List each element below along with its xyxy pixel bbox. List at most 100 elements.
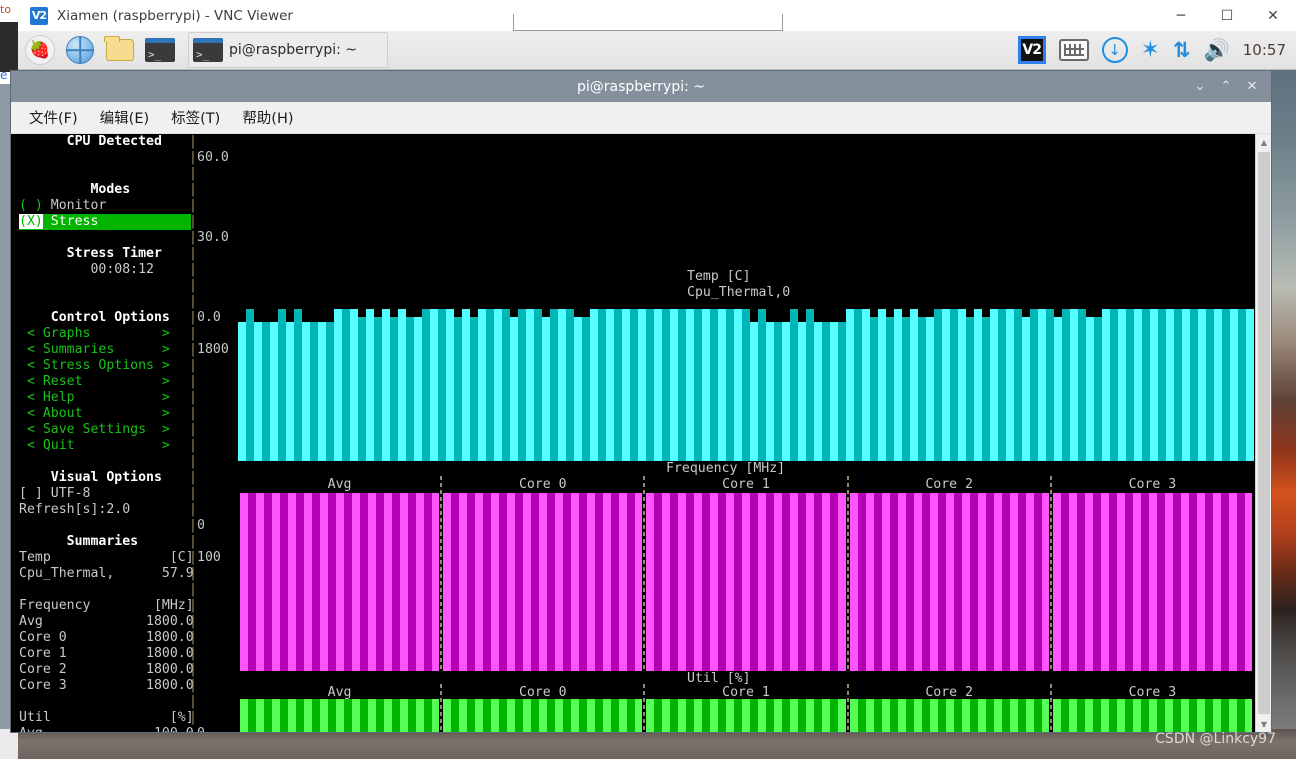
axis-spacer xyxy=(197,662,237,678)
temp-graph-title: Temp [C] xyxy=(687,269,751,284)
terminal-window: pi@raspberrypi: ~ ⌄ ⌃ ✕ 文件(F) 编辑(E) 标签(T… xyxy=(10,70,1272,733)
terminal-icon[interactable]: >_ xyxy=(142,33,178,67)
axis-tick: 100 xyxy=(197,550,221,565)
web-browser-icon[interactable] xyxy=(62,33,98,67)
modes-header: Modes xyxy=(19,182,131,197)
frequency-bars-core-3 xyxy=(1052,493,1252,671)
file-manager-icon[interactable] xyxy=(102,33,138,67)
keyboard-icon[interactable] xyxy=(1058,39,1089,61)
network-icon[interactable]: ⇅ xyxy=(1173,38,1191,62)
taskbar-terminal-icon: >_ xyxy=(193,38,223,62)
stress-timer-value: 00:08:12 xyxy=(19,262,154,277)
panel-separator xyxy=(846,476,849,671)
terminal-maximize-button[interactable]: ⌃ xyxy=(1213,71,1239,102)
panel-separator xyxy=(846,684,849,732)
axis-tick: 0.0 xyxy=(197,310,221,325)
taskbar-window-button[interactable]: >_ pi@raspberrypi: ~ xyxy=(188,32,388,68)
vnc-window-title: Xiamen (raspberrypi) - VNC Viewer xyxy=(57,7,293,24)
summary-row: Avg 100.0 xyxy=(19,726,194,732)
summary-row: Core 2 1800.0 xyxy=(19,662,194,677)
scroll-down-icon[interactable]: ▼ xyxy=(1256,716,1271,732)
axis-spacer xyxy=(197,438,237,454)
utf8-checkbox[interactable]: [ ] UTF-8 xyxy=(19,486,183,502)
panel-separator xyxy=(643,684,646,732)
control-option-save-settings[interactable]: < Save Settings > xyxy=(19,422,183,438)
s-tui-screen[interactable]: CPU Detected Modes( ) Monitor (X) Stress … xyxy=(11,134,1255,732)
menu-file[interactable]: 文件(F) xyxy=(25,105,82,130)
axis-spacer xyxy=(197,598,237,614)
watermark: CSDN @Linkcy97 xyxy=(1155,731,1276,747)
pi-taskbar: 🍓 >_ >_ pi@raspberrypi: ~ V2 ↓ ✶ ⇅ 🔊 10:… xyxy=(18,31,1296,70)
system-tray: V2 ↓ ✶ ⇅ 🔊 10:57 xyxy=(1017,36,1296,64)
panel-separator xyxy=(440,476,443,671)
axis-spacer xyxy=(197,678,237,694)
terminal-minimize-button[interactable]: ⌄ xyxy=(1187,71,1213,102)
vnc-minimize-button[interactable]: ─ xyxy=(1158,0,1204,31)
axis-spacer xyxy=(197,454,237,470)
frequency-bars-core-2 xyxy=(849,493,1049,671)
scrollbar-thumb[interactable] xyxy=(1258,152,1270,714)
bluetooth-icon[interactable]: ✶ xyxy=(1141,37,1160,63)
vnc-window-controls: ─ ☐ ✕ xyxy=(1158,0,1296,31)
frequency-panel-label: Core 0 xyxy=(518,477,567,492)
terminal-scrollbar[interactable]: ▲ ▼ xyxy=(1255,134,1271,732)
axis-spacer xyxy=(197,214,237,230)
panel-separator xyxy=(1049,684,1052,732)
axis-spacer xyxy=(197,262,237,278)
axis-spacer xyxy=(197,278,237,294)
control-option-quit[interactable]: < Quit > xyxy=(19,438,183,454)
summary-row: Frequency [MHz] xyxy=(19,598,194,613)
vnc-close-button[interactable]: ✕ xyxy=(1250,0,1296,31)
frequency-panel-label: Core 1 xyxy=(722,477,770,492)
axis-spacer xyxy=(197,470,237,486)
frequency-graph-title: Frequency [MHz] xyxy=(666,461,786,476)
axis-tick-labels: 60.0 30.0 0.0 1800 0 100 0 xyxy=(197,134,237,732)
background-bottom-strip xyxy=(0,729,18,759)
summary-row: Core 1 1800.0 xyxy=(19,646,194,661)
temp-graph-bars xyxy=(238,301,1254,461)
terminal-titlebar: pi@raspberrypi: ~ ⌄ ⌃ ✕ xyxy=(11,71,1271,102)
terminal-window-title: pi@raspberrypi: ~ xyxy=(576,78,706,95)
summary-row: Core 0 1800.0 xyxy=(19,630,194,645)
vnc-toolbar-outline xyxy=(513,14,783,31)
update-download-icon[interactable]: ↓ xyxy=(1101,37,1128,63)
axis-spacer xyxy=(197,182,237,198)
axis-tick: 60.0 xyxy=(197,150,229,165)
axis-spacer xyxy=(197,374,237,390)
util-bars-core-3 xyxy=(1052,699,1252,732)
axis-spacer xyxy=(197,614,237,630)
menu-help[interactable]: 帮助(H) xyxy=(238,105,297,130)
background-text-fragment: to xyxy=(0,3,12,16)
vnc-tray-icon[interactable]: V2 xyxy=(1017,36,1046,64)
control-option-about[interactable]: < About > xyxy=(19,406,183,422)
util-bars-core-0 xyxy=(443,699,643,732)
control-option-graphs[interactable]: < Graphs > xyxy=(19,326,183,342)
refresh-field[interactable]: Refresh[s]:2.0 xyxy=(19,502,183,518)
terminal-close-button[interactable]: ✕ xyxy=(1239,71,1265,102)
control-option-summaries[interactable]: < Summaries > xyxy=(19,342,183,358)
menu-tabs[interactable]: 标签(T) xyxy=(167,105,224,130)
mode-stress[interactable]: (X) Stress xyxy=(19,214,191,230)
panel-separator xyxy=(1049,476,1052,671)
control-option-reset[interactable]: < Reset > xyxy=(19,374,183,390)
summary-row: Avg 1800.0 xyxy=(19,614,194,629)
mode-monitor[interactable]: ( ) Monitor xyxy=(19,198,183,214)
frequency-bars-core-1 xyxy=(646,493,846,671)
summary-row: Temp [C] xyxy=(19,550,194,565)
frequency-bars-avg xyxy=(240,493,440,671)
raspberry-menu-icon[interactable]: 🍓 xyxy=(22,33,58,67)
axis-spacer xyxy=(197,390,237,406)
control-option-stress-options[interactable]: < Stress Options > xyxy=(19,358,183,374)
volume-icon[interactable]: 🔊 xyxy=(1204,38,1230,63)
taskbar-clock[interactable]: 10:57 xyxy=(1243,41,1286,59)
vnc-maximize-button[interactable]: ☐ xyxy=(1204,0,1250,31)
scroll-up-icon[interactable]: ▲ xyxy=(1256,134,1271,150)
axis-spacer xyxy=(197,246,237,262)
axis-spacer xyxy=(197,646,237,662)
axis-spacer xyxy=(197,134,237,150)
background-text-fragment-2: e xyxy=(0,68,8,82)
menu-edit[interactable]: 编辑(E) xyxy=(96,105,153,130)
axis-tick: 0 xyxy=(197,726,237,732)
control-option-help[interactable]: < Help > xyxy=(19,390,183,406)
summaries-header: Summaries xyxy=(19,534,139,549)
